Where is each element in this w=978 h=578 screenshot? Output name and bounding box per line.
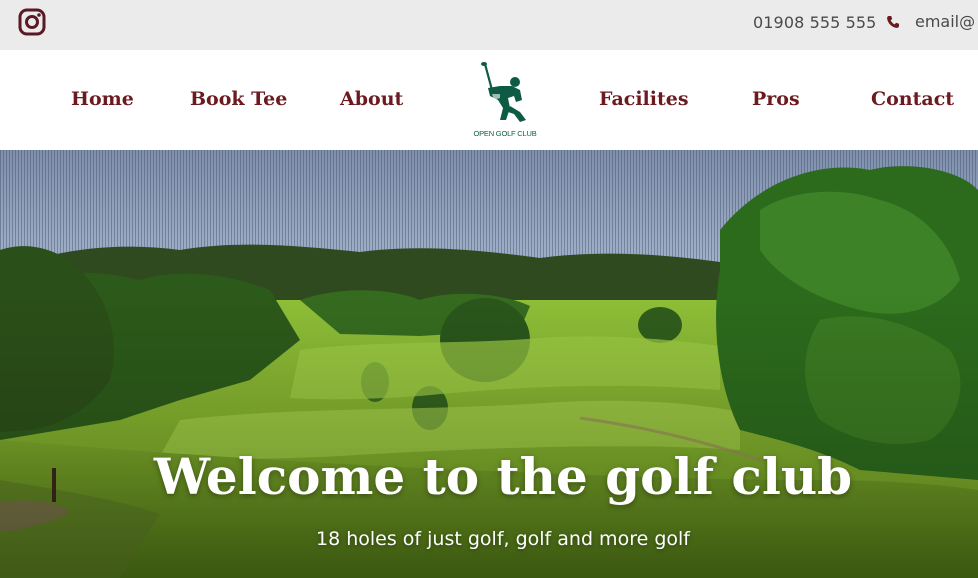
- club-logo[interactable]: OPEN GOLF CLUB: [470, 60, 540, 142]
- nav-facilities[interactable]: Facilites: [599, 88, 689, 110]
- phone-contact[interactable]: 01908 555 555: [753, 12, 900, 32]
- email-link[interactable]: email@: [915, 12, 975, 31]
- phone-number[interactable]: 01908 555 555: [753, 13, 876, 32]
- top-bar: 01908 555 555 email@: [0, 0, 978, 50]
- nav-about[interactable]: About: [340, 88, 403, 110]
- hero-image: [0, 150, 978, 578]
- nav-pros[interactable]: Pros: [752, 88, 800, 110]
- hero-banner: Welcome to the golf club 18 holes of jus…: [0, 150, 978, 578]
- phone-icon: [886, 15, 900, 29]
- logo-text: OPEN GOLF CLUB: [473, 129, 537, 138]
- main-nav: Home Book Tee About OPEN GOLF CLUB Facil…: [0, 50, 978, 150]
- instagram-icon[interactable]: [18, 8, 46, 36]
- hero-subtitle: 18 holes of just golf, golf and more gol…: [316, 528, 690, 550]
- nav-contact[interactable]: Contact: [871, 88, 954, 110]
- nav-home[interactable]: Home: [71, 88, 134, 110]
- nav-book-tee[interactable]: Book Tee: [190, 88, 287, 110]
- hero-title: Welcome to the golf club: [153, 447, 853, 506]
